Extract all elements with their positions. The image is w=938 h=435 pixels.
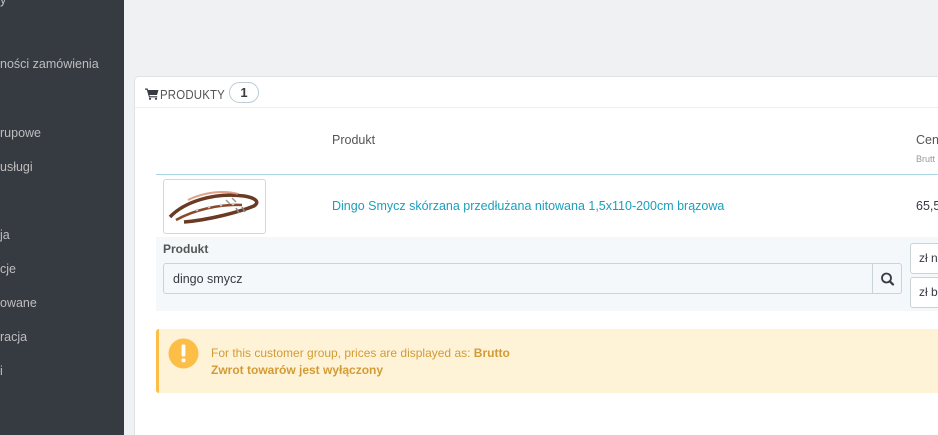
sidebar-item-4[interactable]: ja [0, 228, 10, 242]
column-header-price: Cen [916, 133, 938, 147]
price-net-button[interactable]: zł n [910, 243, 938, 274]
sidebar-item-order-details[interactable]: ności zamówienia [0, 57, 99, 71]
table-header-divider [156, 174, 938, 175]
price-gross-button[interactable]: zł b [910, 277, 938, 308]
product-name-link[interactable]: Dingo Smycz skórzana przedłużana nitowan… [332, 199, 724, 213]
alert-returns-text: Zwrot towarów jest wyłączony [211, 363, 384, 377]
sidebar-item-8[interactable]: i [0, 364, 3, 378]
sidebar: y ności zamówienia rupowe usługi ja cje … [0, 0, 124, 435]
product-search-label: Produkt [163, 242, 209, 256]
dog-leash-thumbnail-icon [168, 191, 259, 224]
panel-heading: PRODUKTY 1 [135, 77, 938, 108]
sidebar-item-0[interactable]: y [0, 0, 6, 7]
product-thumbnail [163, 179, 266, 234]
column-header-product: Produkt [332, 133, 376, 147]
alert-price-mode-text: For this customer group, prices are disp… [211, 346, 510, 360]
sidebar-item-6[interactable]: owane [0, 296, 37, 310]
sidebar-item-services[interactable]: usługi [0, 160, 33, 174]
panel-title: PRODUKTY [160, 87, 225, 102]
search-icon [881, 272, 895, 286]
exclamation-icon [168, 338, 199, 369]
sidebar-item-5[interactable]: cje [0, 262, 16, 276]
cart-icon [145, 88, 159, 100]
product-price: 65,5 [916, 199, 938, 213]
products-panel: PRODUKTY 1 Produkt Cen Brutt Dingo Smycz… [134, 76, 938, 435]
alert-price-mode-value: Brutto [473, 346, 510, 360]
product-search-input[interactable] [163, 263, 873, 294]
product-search-area: Produkt zł n zł b [156, 237, 938, 311]
product-count-badge: 1 [229, 82, 259, 103]
sidebar-item-group[interactable]: rupowe [0, 126, 41, 140]
search-button[interactable] [872, 263, 902, 294]
sidebar-item-7[interactable]: racja [0, 330, 27, 344]
info-alert: For this customer group, prices are disp… [156, 329, 938, 393]
alert-price-mode-prefix: For this customer group, prices are disp… [211, 346, 474, 360]
column-header-price-sub: Brutt [916, 154, 936, 164]
